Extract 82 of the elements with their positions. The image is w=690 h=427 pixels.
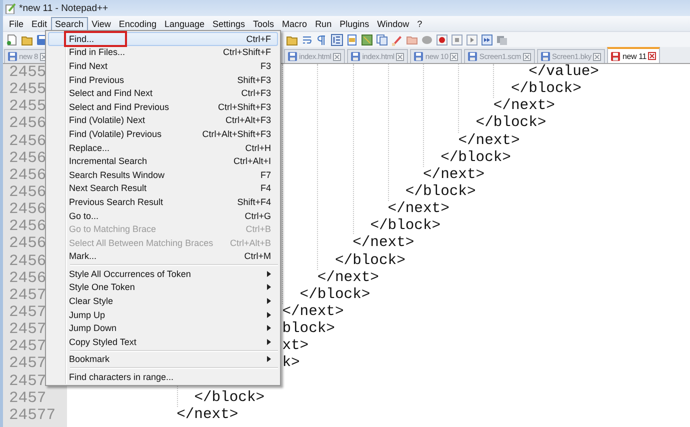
menu-item[interactable]: Search Results Window F7: [48, 168, 278, 182]
line-number: 2457: [9, 320, 46, 338]
line-number: 2456: [9, 268, 46, 287]
pencil-icon[interactable]: [391, 34, 403, 46]
line-number: 2456: [9, 166, 46, 184]
line-number: 2456: [9, 217, 46, 236]
fast-forward-icon[interactable]: [481, 34, 493, 46]
document-icon[interactable]: [346, 34, 358, 46]
line-number: 2456: [9, 234, 46, 252]
word-wrap-icon[interactable]: [301, 34, 313, 46]
line-number: 2455: [9, 97, 46, 116]
menu-bar-item[interactable]: ?: [413, 16, 426, 30]
line-number: 2456: [9, 200, 46, 218]
line-number: 2456: [9, 132, 46, 150]
menu-item[interactable]: Style All Occurrences of Token: [48, 267, 278, 281]
menu-item[interactable]: Clear Style: [48, 294, 278, 308]
menu-item[interactable]: Bookmark: [48, 352, 278, 366]
menu-item[interactable]: Jump Down: [48, 321, 278, 336]
line-number: 2457: [9, 354, 46, 372]
line-number: 24577: [9, 406, 56, 424]
menu-item[interactable]: Copy Styled Text: [48, 335, 278, 349]
menu-bar-item[interactable]: File: [5, 16, 28, 30]
menu-item[interactable]: Find characters in range...: [48, 370, 278, 384]
notepad-app-icon: [5, 2, 16, 14]
close-icon[interactable]: [593, 52, 602, 60]
line-number: 2457: [9, 388, 46, 407]
menu-item[interactable]: Go to... Ctrl+G: [48, 208, 278, 222]
menu-item[interactable]: Style One Token: [48, 280, 278, 294]
menu-bar-item[interactable]: Run: [311, 16, 336, 30]
pilcrow-icon[interactable]: [316, 34, 328, 46]
submenu-arrow-icon: [267, 312, 271, 318]
menu-bar-item[interactable]: Plugins: [336, 16, 374, 30]
line-number: 2455: [9, 63, 46, 81]
stop-icon[interactable]: [451, 34, 463, 46]
menu-item[interactable]: Next Search Result F4: [48, 182, 278, 196]
new-file-icon[interactable]: [6, 34, 18, 46]
line-number: 2457: [9, 302, 46, 321]
menu-bar-item[interactable]: View: [88, 16, 115, 30]
line-number: 2456: [9, 148, 46, 167]
menu-item[interactable]: Previous Search Result Shift+F4: [48, 195, 278, 209]
record-icon[interactable]: [436, 34, 448, 46]
menu-item[interactable]: Select and Find Next Ctrl+F3: [48, 86, 278, 100]
menu-bar-item[interactable]: Encoding: [114, 16, 160, 30]
menu-bar-item[interactable]: Window: [373, 16, 414, 30]
line-number: 2457: [9, 286, 46, 304]
menu-item[interactable]: Find... Ctrl+F: [48, 32, 278, 46]
submenu-arrow-icon: [267, 298, 271, 304]
menu-bar-item[interactable]: Language: [160, 16, 208, 30]
menu-bar-item[interactable]: Settings: [208, 16, 250, 30]
submenu-arrow-icon: [267, 284, 271, 290]
menu-item[interactable]: Replace... Ctrl+H: [48, 140, 278, 154]
circle-icon[interactable]: [421, 34, 433, 46]
line-number: 2457: [9, 372, 46, 390]
close-icon[interactable]: [396, 52, 404, 60]
line-number: 2456: [9, 182, 46, 201]
menu-item[interactable]: Mark... Ctrl+M: [48, 250, 278, 264]
close-icon[interactable]: [450, 52, 458, 60]
menu-item[interactable]: Find (Volatile) Next Ctrl+Alt+F3: [48, 114, 278, 128]
menu-item[interactable]: Find (Volatile) Previous Ctrl+Alt+Shift+F3: [48, 127, 278, 141]
file-tab[interactable]: new 11: [607, 47, 660, 63]
menu-bar-item[interactable]: Search: [51, 16, 88, 30]
documents-icon[interactable]: [376, 34, 388, 46]
submenu-arrow-icon: [267, 356, 271, 362]
menu-item[interactable]: Find Previous Shift+F3: [48, 72, 278, 86]
close-icon[interactable]: [522, 52, 531, 60]
menu-item[interactable]: Jump Up: [48, 308, 278, 322]
line-number: 2456: [9, 114, 46, 132]
menu-bar-item[interactable]: Edit: [28, 16, 52, 30]
line-number: 2456: [9, 252, 46, 270]
menu-item[interactable]: Incremental Search Ctrl+Alt+I: [48, 154, 278, 168]
submenu-arrow-icon: [267, 270, 271, 277]
submenu-arrow-icon: [267, 338, 271, 345]
menu-item[interactable]: Select and Find Previous Ctrl+Shift+F3: [48, 100, 278, 114]
menu-bar-item[interactable]: Macro: [278, 16, 312, 30]
window-title: *new 11 - Notepad++: [19, 2, 108, 14]
menu-bar-item[interactable]: Tools: [249, 16, 278, 30]
line-number: 2457: [9, 337, 46, 356]
line-number: 2455: [9, 80, 46, 98]
close-icon[interactable]: [648, 52, 656, 60]
submenu-arrow-icon: [267, 325, 271, 332]
play-icon[interactable]: [466, 34, 478, 46]
close-icon[interactable]: [333, 52, 342, 60]
